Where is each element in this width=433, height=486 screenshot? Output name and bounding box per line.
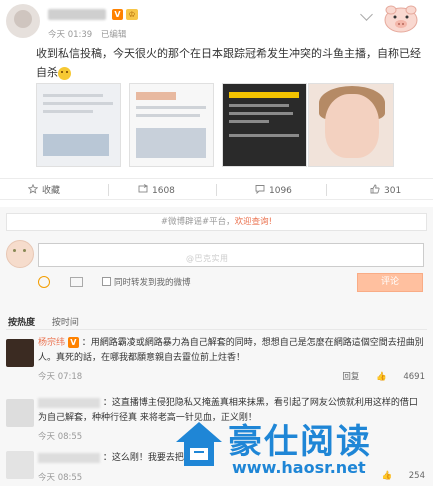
action-divider — [216, 184, 217, 196]
current-user-avatar — [6, 240, 34, 268]
favorite-label: 收藏 — [42, 186, 61, 196]
forward-button[interactable]: 1608 — [138, 184, 175, 196]
site-url: www.haosr.net — [232, 458, 366, 477]
thumbs-up-icon — [370, 184, 380, 194]
tip-text: #微博辟谣#平台， — [160, 217, 235, 227]
comment-input[interactable] — [38, 243, 424, 267]
forward-count: 1608 — [152, 186, 175, 196]
post-images — [36, 83, 394, 167]
edited-tag[interactable]: 已编辑 — [101, 30, 127, 40]
post-header: V ♔ 今天 01:39 已编辑 — [0, 0, 433, 46]
like-count: 301 — [384, 186, 402, 196]
commenter-avatar[interactable] — [6, 451, 34, 479]
image-watermark: @巴克实用 — [186, 254, 229, 263]
commenter-name[interactable]: 杨宗纬 — [38, 338, 65, 348]
author-avatar[interactable] — [6, 4, 40, 38]
site-brand: 豪仕阅读 — [228, 422, 372, 462]
image-upload-icon[interactable] — [70, 277, 83, 287]
post-body: 收到私信投稿，今天很火的那个在日本跟踪冠希发生冲突的斗鱼主播，自称已经自杀 — [36, 44, 426, 82]
action-divider — [108, 184, 109, 196]
site-watermark: 豪仕阅读 www.haosr.net — [172, 410, 433, 486]
commenter-name-blurred[interactable] — [38, 397, 100, 408]
comment-like-count: 4691 — [403, 372, 425, 382]
author-name-blurred[interactable] — [48, 9, 106, 20]
comment-count: 1096 — [269, 186, 292, 196]
comment-item: 杨宗纬 V ：用網路霸凌或網路暴力為自己解套的同時，想想自己是怎麼在網路這個空間… — [38, 336, 426, 366]
comment-time: 今天 08:55 — [38, 432, 83, 442]
like-button[interactable]: 301 — [370, 184, 401, 196]
action-divider — [326, 184, 327, 196]
comment-time: 今天 07:18 — [38, 372, 83, 382]
emoji-icon — [58, 66, 71, 80]
rumor-tip-banner: #微博辟谣#平台，欢迎查询! — [6, 213, 427, 231]
forward-icon — [138, 184, 148, 193]
comment-actions: 回复 👍 4691 — [328, 370, 425, 382]
comment-sort-tabs: 按热度 按时间 — [8, 315, 79, 328]
post-image-4[interactable] — [308, 83, 394, 167]
comment-like-button[interactable]: 👍 4691 — [376, 372, 425, 382]
post-image-3[interactable] — [222, 83, 307, 167]
tip-link[interactable]: 欢迎查询! — [235, 217, 272, 227]
commenter-name-blurred[interactable] — [38, 452, 100, 463]
comment-time: 今天 08:55 — [38, 473, 83, 483]
comment-icon — [255, 185, 265, 194]
comment-button[interactable]: 1096 — [255, 184, 292, 196]
site-logo-icon — [176, 422, 222, 466]
forward-checkbox-label: 同时转发到我的微博 — [114, 278, 191, 288]
reply-button[interactable]: 回复 — [342, 372, 359, 382]
commenter-avatar[interactable] — [6, 339, 34, 367]
post-image-1[interactable] — [36, 83, 121, 167]
tab-sort-time[interactable]: 按时间 — [52, 318, 79, 328]
cartoon-pig-icon — [384, 5, 418, 33]
emoji-picker-icon[interactable] — [38, 276, 50, 288]
chevron-down-icon[interactable] — [360, 8, 373, 21]
post-time[interactable]: 今天 01:39 — [48, 30, 92, 40]
comment-text: ：用網路霸凌或網路暴力為自己解套的同時，想想自己是怎麼在網路這個空間去扭曲別人。… — [38, 338, 424, 363]
vip-badge: V — [112, 9, 123, 20]
post-image-2[interactable] — [129, 83, 214, 167]
star-icon — [28, 184, 38, 194]
tab-sort-hot[interactable]: 按热度 — [8, 318, 35, 328]
post-text: 收到私信投稿，今天很火的那个在日本跟踪冠希发生冲突的斗鱼主播，自称已经自杀 — [36, 47, 421, 79]
post-action-bar: 收藏 1608 1096 301 — [0, 178, 433, 200]
submit-comment-button[interactable]: 评论 — [357, 273, 423, 292]
post-meta: 今天 01:39 已编辑 — [48, 28, 132, 40]
commenter-avatar[interactable] — [6, 399, 34, 427]
vip-badge: V — [67, 337, 79, 348]
favorite-button[interactable]: 收藏 — [28, 184, 60, 196]
level-badge-icon: ♔ — [126, 9, 138, 20]
forward-checkbox[interactable] — [102, 277, 111, 286]
divider — [6, 329, 427, 330]
